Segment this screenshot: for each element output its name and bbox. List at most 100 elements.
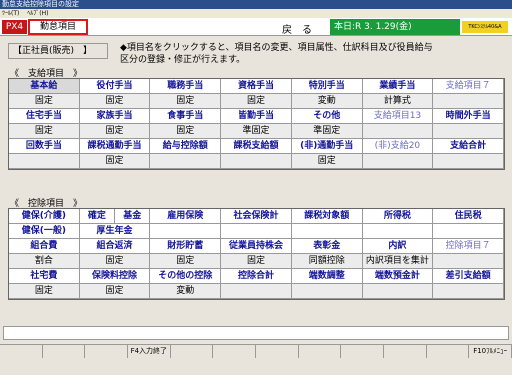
payment-item-0-6[interactable]: 支給項目７ [433,79,504,94]
payment-attr-0-1: 固定 [79,94,151,109]
payment-attr-0-3: 固定 [221,94,292,109]
payment-item-0-5[interactable]: 業績手当 [362,79,434,94]
fkey-6[interactable] [213,345,256,358]
menu-tools[interactable]: ﾂｰﾙ(T) [2,10,19,17]
payment-item-2-0[interactable]: 回数手当 [9,139,80,154]
fkey-11[interactable] [426,345,470,358]
payment-attr-1-1: 固定 [79,124,151,139]
deduction-attr-3-3 [221,284,292,299]
payment-item-2-4[interactable]: (非)通勤手当 [291,139,363,154]
deduction-item-2-4[interactable]: 表彰金 [291,239,363,254]
deduction-item-1-1[interactable]: 厚生年金 [79,224,151,239]
deduction-item-2-1[interactable]: 組合返済 [79,239,151,254]
deduction-item-0-2[interactable]: 雇用保険 [150,209,222,224]
function-key-bar: F4入力終了 F10ﾌﾙﾒﾆｭｰ [0,344,512,358]
fkey-7[interactable] [256,345,299,358]
deduction-item-0-5[interactable]: 所得税 [362,209,434,224]
deduction-attr-2-1: 固定 [79,254,151,269]
system-logo: TKCｼｽﾃﾑ40&A [462,21,508,33]
deduction-item-2-2[interactable]: 財形貯蓄 [150,239,222,254]
fkey-5[interactable] [170,345,214,358]
payment-item-1-5[interactable]: 支給項目13 [362,109,434,124]
payment-attr-1-2: 固定 [150,124,222,139]
menu-help[interactable]: ﾍﾙﾌﾟ(H) [27,10,48,17]
payment-item-1-4[interactable]: その他 [291,109,363,124]
deduction-item-3-2[interactable]: その他の控除 [150,269,222,284]
deduction-attr-3-2: 変動 [150,284,222,299]
deduction-item-2-5[interactable]: 内訳 [362,239,434,254]
fkey-10[interactable] [384,345,427,358]
payment-attr-1-4: 準固定 [291,124,363,139]
payment-item-2-6[interactable]: 支給合計 [433,139,504,154]
payment-attr-1-6 [433,124,504,139]
deduction-item-3-4[interactable]: 端数調整 [291,269,363,284]
payment-item-0-3[interactable]: 資格手当 [221,79,292,94]
payment-item-2-1[interactable]: 課税通勤手当 [79,139,151,154]
deduction-item-0-3[interactable]: 社会保険計 [221,209,292,224]
fkey-2[interactable] [42,345,86,358]
deduction-item-0-4[interactable]: 課税対象額 [291,209,363,224]
deduction-item-1-6 [433,224,504,239]
payment-item-1-3[interactable]: 皆勤手当 [221,109,292,124]
payment-grid: 基本給 役付手当 職務手当 資格手当 特別手当 業績手当 支給項目７ 固定 固定 固定 固定 変動 計算… [8,78,505,170]
payment-item-1-2[interactable]: 食事手当 [150,109,222,124]
fkey-4[interactable]: F4入力終了 [128,345,171,358]
payment-item-2-3[interactable]: 課税支給額 [221,139,292,154]
fkey-3[interactable] [85,345,128,358]
payment-attr-2-2 [150,154,222,169]
deduction-item-3-3[interactable]: 控除合計 [221,269,292,284]
back-button[interactable]: 戻 る [282,21,312,36]
payment-attr-2-3 [221,154,292,169]
deduction-item-0-1-1[interactable]: 基金 [115,209,149,223]
today-date: 本日:R 3. 1.29(金) [330,19,460,35]
deduction-item-1-3 [221,224,292,239]
deduction-item-2-3[interactable]: 従業員持株会 [221,239,292,254]
staff-category: 【正社員(販売) 】 [8,43,108,59]
payment-attr-0-2: 固定 [150,94,222,109]
payment-item-2-5[interactable]: (非)支給20 [362,139,434,154]
deduction-item-0-1[interactable]: 確定 基金 [79,209,151,224]
status-box [3,326,509,340]
payment-item-2-2[interactable]: 給与控除額 [150,139,222,154]
deduction-item-0-6[interactable]: 住民税 [433,209,504,224]
payment-attr-0-4: 変動 [291,94,363,109]
deduction-item-3-6[interactable]: 差引支給額 [433,269,504,284]
payment-attr-2-0 [9,154,80,169]
payment-item-1-1[interactable]: 家族手当 [79,109,151,124]
deduction-item-0-0[interactable]: 健保(介護) [9,209,80,224]
payment-attr-0-6 [433,94,504,109]
fkey-1[interactable] [0,345,43,358]
payment-item-0-1[interactable]: 役付手当 [79,79,151,94]
deduction-item-2-0[interactable]: 組合費 [9,239,80,254]
deduction-attr-3-5 [362,284,434,299]
payment-item-0-2[interactable]: 職務手当 [150,79,222,94]
deduction-item-3-0[interactable]: 社宅費 [9,269,80,284]
deduction-item-2-6[interactable]: 控除項目７ [433,239,504,254]
fkey-8[interactable] [298,345,342,358]
payment-item-0-0[interactable]: 基本給 [9,79,80,94]
mode-button[interactable]: 勤怠項目 [28,19,88,35]
deduction-item-1-0[interactable]: 健保(一般) [9,224,80,239]
payment-attr-0-0: 固定 [9,94,80,109]
deduction-attr-2-2: 固定 [150,254,222,269]
deduction-item-3-5[interactable]: 端数預金計 [362,269,434,284]
payment-item-1-0[interactable]: 住宅手当 [9,109,80,124]
deduction-item-0-1-0[interactable]: 確定 [80,209,116,223]
payment-attr-2-6 [433,154,504,169]
payment-attr-2-5 [362,154,434,169]
deduction-attr-3-1: 固定 [79,284,151,299]
payment-attr-1-0: 固定 [9,124,80,139]
deduction-attr-2-4: 同額控除 [291,254,363,269]
payment-attr-1-5 [362,124,434,139]
deduction-attr-3-6 [433,284,504,299]
fkey-12[interactable]: F10ﾌﾙﾒﾆｭｰ [469,345,512,358]
fkey-9[interactable] [341,345,384,358]
deduction-item-3-1[interactable]: 保険料控除 [79,269,151,284]
deduction-attr-2-5: 内訳項目を集計 [362,254,434,269]
payment-attr-2-1: 固定 [79,154,151,169]
deduction-attr-2-6 [433,254,504,269]
window-title-bar: 勤怠支給控除項目の設定 [0,0,512,9]
payment-item-0-4[interactable]: 特別手当 [291,79,363,94]
header: PX4 勤怠項目 戻 る 本日:R 3. 1.29(金) TKCｼｽﾃﾑ40&A [0,18,512,36]
payment-item-1-6[interactable]: 時間外手当 [433,109,504,124]
